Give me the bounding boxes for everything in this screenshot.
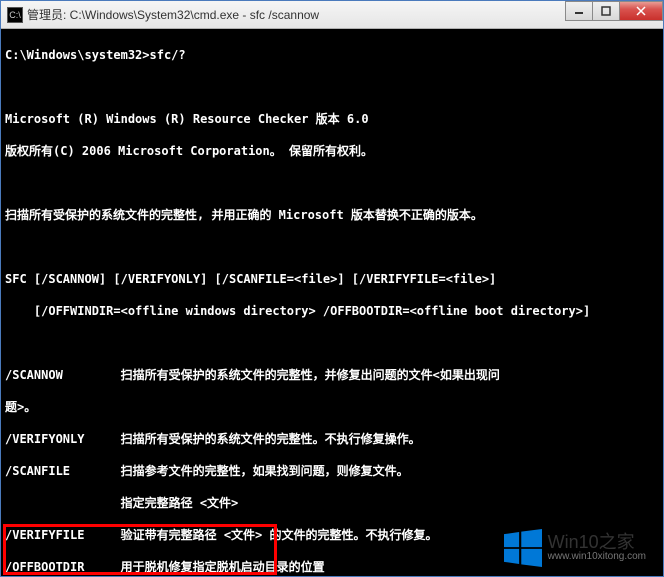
output-line: /SCANNOW 扫描所有受保护的系统文件的完整性，并修复出问题的文件<如果出现…: [5, 367, 659, 383]
output-line: [/OFFWINDIR=<offline windows directory> …: [5, 303, 659, 319]
output-line: /VERIFYONLY 扫描所有受保护的系统文件的完整性。不执行修复操作。: [5, 431, 659, 447]
blank-line: [5, 175, 659, 191]
output-line: 题>。: [5, 399, 659, 415]
window-title: 管理员: C:\Windows\System32\cmd.exe - sfc /…: [27, 6, 319, 23]
cmd-icon: C:\: [7, 7, 23, 23]
close-icon: [636, 6, 646, 16]
close-button[interactable]: [619, 1, 663, 21]
maximize-button[interactable]: [592, 1, 620, 21]
output-line: /SCANFILE 扫描参考文件的完整性，如果找到问题，则修复文件。: [5, 463, 659, 479]
output-line: 版权所有(C) 2006 Microsoft Corporation。 保留所有…: [5, 143, 659, 159]
output-line: SFC [/SCANNOW] [/VERIFYONLY] [/SCANFILE=…: [5, 271, 659, 287]
console-output[interactable]: C:\Windows\system32>sfc/? Microsoft (R) …: [1, 29, 663, 576]
titlebar[interactable]: C:\ 管理员: C:\Windows\System32\cmd.exe - s…: [1, 1, 663, 29]
window-controls: [566, 1, 663, 21]
watermark: Win10之家 www.win10xitong.com: [504, 529, 646, 567]
watermark-title: Win10之家: [548, 533, 646, 552]
windows-logo-icon: [504, 529, 542, 567]
minimize-icon: [574, 6, 584, 16]
minimize-button[interactable]: [565, 1, 593, 21]
output-line: 扫描所有受保护的系统文件的完整性, 并用正确的 Microsoft 版本替换不正…: [5, 207, 659, 223]
maximize-icon: [601, 6, 611, 16]
blank-line: [5, 79, 659, 95]
watermark-url: www.win10xitong.com: [548, 552, 646, 563]
output-line: 指定完整路径 <文件>: [5, 495, 659, 511]
blank-line: [5, 239, 659, 255]
prompt-line: C:\Windows\system32>sfc/?: [5, 47, 659, 63]
cmd-window: C:\ 管理员: C:\Windows\System32\cmd.exe - s…: [0, 0, 664, 577]
output-line: Microsoft (R) Windows (R) Resource Check…: [5, 111, 659, 127]
watermark-text: Win10之家 www.win10xitong.com: [548, 533, 646, 562]
blank-line: [5, 335, 659, 351]
